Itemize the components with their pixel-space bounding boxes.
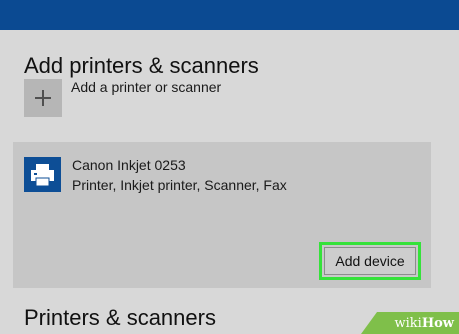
printer-icon bbox=[24, 157, 61, 192]
plus-icon bbox=[24, 79, 62, 117]
device-name: Canon Inkjet 0253 bbox=[72, 157, 186, 173]
add-printer-label: Add a printer or scanner bbox=[71, 79, 222, 95]
device-list-item[interactable]: Canon Inkjet 0253 Printer, Inkjet printe… bbox=[13, 142, 431, 288]
watermark-wiki: wiki bbox=[394, 315, 422, 331]
printers-scanners-heading: Printers & scanners bbox=[24, 305, 216, 330]
wikihow-watermark: wiki How bbox=[361, 312, 459, 334]
add-device-button[interactable]: Add device bbox=[319, 242, 421, 280]
watermark-how: How bbox=[421, 315, 454, 331]
add-printer-button[interactable]: Add a printer or scanner bbox=[24, 79, 221, 117]
device-description: Printer, Inkjet printer, Scanner, Fax bbox=[72, 177, 287, 193]
window-title-bar bbox=[0, 0, 459, 30]
add-device-label: Add device bbox=[324, 247, 416, 275]
add-printers-heading: Add printers & scanners bbox=[24, 53, 259, 78]
